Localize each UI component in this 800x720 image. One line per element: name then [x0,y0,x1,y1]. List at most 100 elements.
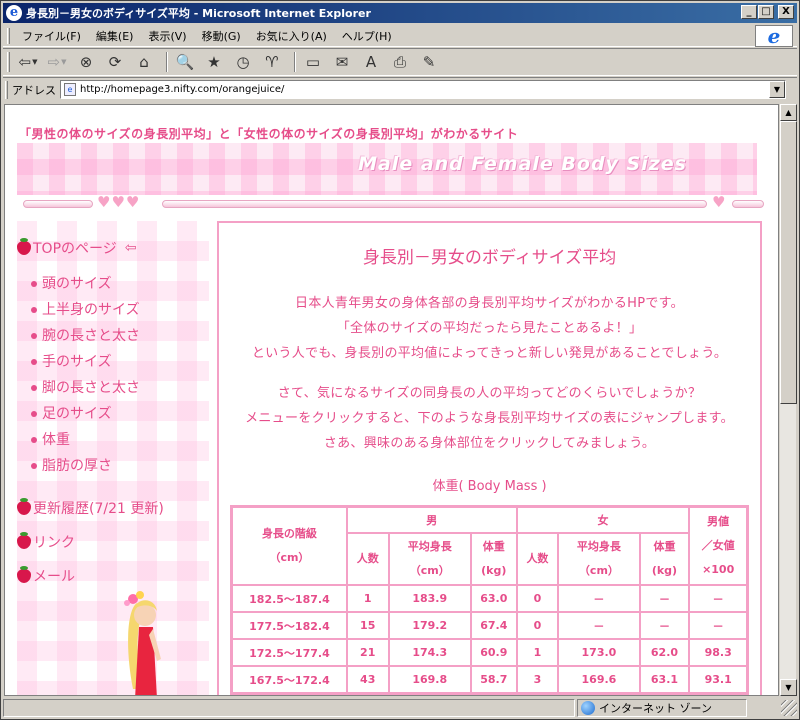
col-avg-height-unit: （cm） [409,564,450,577]
address-input[interactable]: e http://homepage3.nifty.com/orangejuice… [60,80,786,99]
home-icon[interactable]: ⌂ [132,51,156,73]
mail-icon[interactable]: ✉ [330,51,354,73]
nav-item-label[interactable]: 手のサイズ [42,354,112,370]
edit-icon[interactable]: ✎ [417,51,441,73]
col-female-weight: 体重 (kg) [639,533,690,585]
menu-favorites[interactable]: お気に入り(A) [250,28,336,44]
fullscreen-icon[interactable]: ▭ [301,51,325,73]
rule-bar-center [162,200,707,208]
favorites-icon[interactable]: ★ [202,51,226,73]
zone-label: インターネット ゾーン [599,702,712,715]
sidebar: TOPのページ ⇦ 頭のサイズ 上半身のサイズ 腕の長さと太さ 手のサイズ 脚の… [17,221,209,695]
col-weight-label: 体重 [653,540,676,553]
table-row: 182.5～187.4 1 183.9 63.0 0 － － － [232,585,747,612]
history-icon[interactable]: ◷ [231,51,255,73]
channels-icon[interactable]: ♈ [260,51,284,73]
toolbar-separator [294,52,296,72]
menu-view[interactable]: 表示(V) [142,28,195,44]
nav-item-label[interactable]: 脚の長さと太さ [42,380,140,396]
nav-item-label[interactable]: 上半身のサイズ [42,302,140,318]
intro-line-3: という人でも、身長別の平均値によってきっと新しい発見があることでしょう。 [251,346,728,361]
cell-female-count: 3 [516,666,559,693]
col-female-count: 人数 [516,533,559,585]
cell-female-avg-height: 173.0 [558,639,640,666]
nav-item-legs[interactable]: 脚の長さと太さ [31,377,140,397]
menu-bar: ファイル(F) 編集(E) 表示(V) 移動(G) お気に入り(A) ヘルプ(H… [3,25,797,47]
bullet-icon [31,463,37,469]
col-avg-height-label: 平均身長 [576,540,621,553]
cell-male-weight: 63.0 [470,585,517,612]
nav-item-fat[interactable]: 脂肪の厚さ [31,455,112,475]
address-dropdown-button[interactable]: ▼ [769,81,785,98]
guide-line-3: さあ、興味のある身体部位をクリックしてみましょう。 [323,436,656,451]
guide-line-2: メニューをクリックすると、下のような身長別平均サイズの表にジャンプします。 [245,411,734,426]
nav-item-upper-body[interactable]: 上半身のサイズ [31,299,140,319]
forward-button[interactable]: ⇨ ▼ [45,51,69,73]
menu-go[interactable]: 移動(G) [196,28,250,44]
nav-item-feet[interactable]: 足のサイズ [31,403,112,423]
search-icon[interactable]: 🔍 [173,51,197,73]
back-button[interactable]: ⇦ ▼ [16,51,40,73]
menu-file[interactable]: ファイル(F) [16,28,90,44]
stop-icon[interactable]: ⊗ [74,51,98,73]
title-bar: e 身長別－男女のボディサイズ平均 - Microsoft Internet E… [3,3,797,23]
refresh-icon[interactable]: ⟳ [103,51,127,73]
status-message [3,699,575,717]
close-button[interactable]: X [778,5,794,19]
col-height-unit: （cm） [269,551,310,564]
nav-top-label[interactable]: TOPのページ [33,238,117,258]
nav-mail-label[interactable]: メール [33,566,75,586]
nav-item-arms[interactable]: 腕の長さと太さ [31,325,140,345]
menu-help[interactable]: ヘルプ(H) [336,28,401,44]
page-viewport: 「男性の体のサイズの身長別平均」と「女性の体のサイズの身長別平均」がわかるサイト… [4,104,779,696]
cell-female-weight: － [639,585,690,612]
menu-edit[interactable]: 編集(E) [90,28,143,44]
nav-links-link[interactable]: リンク [17,532,75,552]
site-tagline: 「男性の体のサイズの身長別平均」と「女性の体のサイズの身長別平均」がわかるサイト [19,127,519,141]
cell-male-weight: 58.7 [470,666,517,693]
col-weight-label: 体重 [482,540,505,553]
nav-item-label[interactable]: 脂肪の厚さ [42,458,112,474]
address-url[interactable]: http://homepage3.nifty.com/orangejuice/ [80,84,284,95]
minimize-button[interactable]: _ [741,5,757,19]
resize-grip[interactable] [781,700,797,716]
nav-item-hands[interactable]: 手のサイズ [31,351,112,371]
table-title: 体重( Body Mass ) [432,479,547,494]
vertical-scrollbar[interactable]: ▲ ▼ [779,104,797,696]
nav-history-label[interactable]: 更新履歴(7/21 更新) [33,498,164,518]
cell-male-avg-height: 174.3 [388,639,471,666]
nav-item-head[interactable]: 頭のサイズ [31,273,112,293]
ie-brand-logo: e [755,25,793,47]
scroll-up-button[interactable]: ▲ [780,104,797,121]
col-female: 女 [516,507,690,533]
nav-item-weight[interactable]: 体重 [31,429,70,449]
nav-mail-link[interactable]: メール [17,566,75,586]
scroll-down-button[interactable]: ▼ [780,679,797,696]
strawberry-icon [17,498,31,515]
nav-item-label[interactable]: 腕の長さと太さ [42,328,140,344]
cell-male-avg-height: 169.8 [388,666,471,693]
col-height-class: 身長の階級 （cm） [232,507,347,585]
font-size-icon[interactable]: A [359,51,383,73]
maximize-button[interactable]: □ [758,5,774,19]
nav-item-label[interactable]: 足のサイズ [42,406,112,422]
cell-female-count: 0 [516,585,559,612]
bullet-icon [31,359,37,365]
ie-logo-icon: e [767,24,781,48]
nav-item-label[interactable]: 頭のサイズ [42,276,112,292]
cell-male-count: 1 [346,585,389,612]
cell-female-avg-height: － [558,585,640,612]
bullet-icon [31,333,37,339]
nav-top-link[interactable]: TOPのページ ⇦ [17,238,136,258]
print-icon[interactable]: ⎙ [388,51,412,73]
table-row: 172.5～177.4 21 174.3 60.9 1 173.0 62.0 9… [232,639,747,666]
nav-links-label[interactable]: リンク [33,532,75,552]
window-title: 身長別－男女のボディサイズ平均 - Microsoft Internet Exp… [26,7,371,20]
address-label: アドレス [12,83,56,97]
bullet-icon [31,307,37,313]
col-male-weight: 体重 (kg) [470,533,517,585]
scroll-thumb[interactable] [780,121,797,404]
nav-history-link[interactable]: 更新履歴(7/21 更新) [17,498,164,518]
nav-item-label[interactable]: 体重 [42,432,70,448]
cell-male-weight: 67.4 [470,612,517,639]
